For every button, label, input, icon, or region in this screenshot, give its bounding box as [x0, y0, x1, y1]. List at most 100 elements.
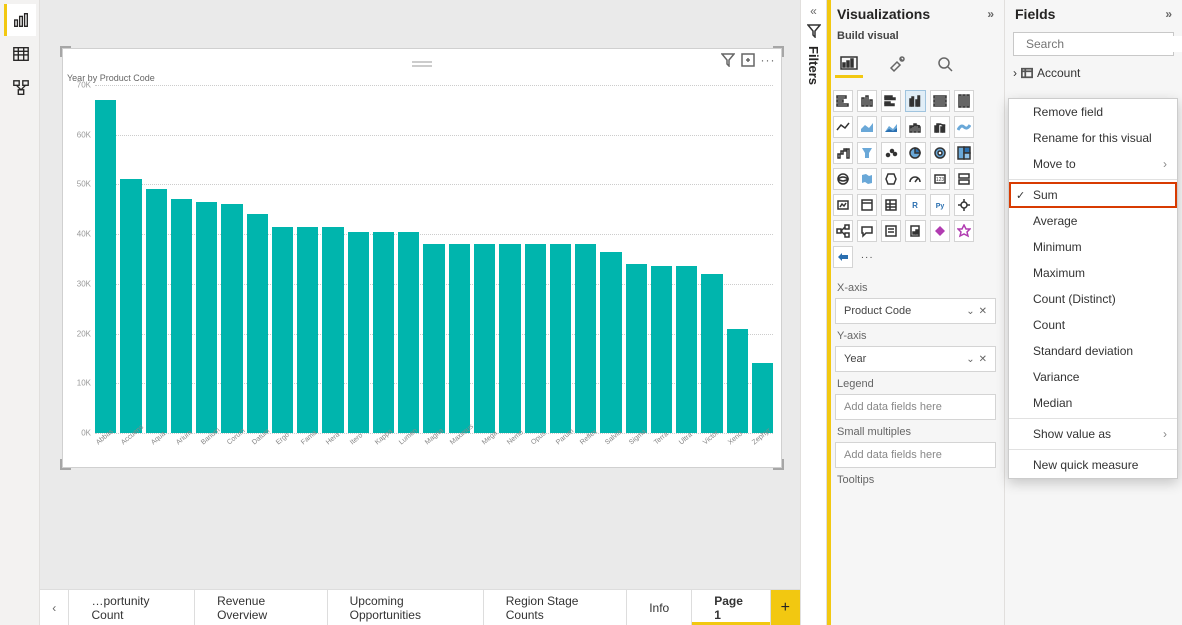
bar-chart-visual[interactable]: ··· Year by Product Code 0K10K20K30K40K5…	[62, 48, 782, 468]
bar[interactable]	[676, 266, 697, 433]
viz-line-clustered-column[interactable]	[930, 116, 950, 138]
viz-powerapps[interactable]	[930, 220, 950, 242]
viz-area[interactable]	[857, 116, 877, 138]
viz-azure-map[interactable]	[881, 168, 901, 190]
viz-map[interactable]	[833, 168, 853, 190]
viz-smart-narrative[interactable]	[881, 220, 901, 242]
viz-ribbon[interactable]	[954, 116, 974, 138]
remove-field-icon[interactable]: ✕	[979, 354, 987, 365]
fields-table-item[interactable]: › Account	[1013, 64, 1174, 82]
bar[interactable]	[449, 244, 470, 433]
menu-minimum[interactable]: Minimum	[1009, 234, 1177, 260]
viz-donut[interactable]	[930, 142, 950, 164]
viz-100-column[interactable]	[954, 90, 974, 112]
add-page-button[interactable]: +	[771, 590, 800, 625]
legend-field-well[interactable]: Add data fields here	[835, 394, 996, 420]
menu-count-distinct[interactable]: Count (Distinct)	[1009, 286, 1177, 312]
viz-paginated[interactable]	[905, 220, 925, 242]
resize-handle-bl[interactable]	[59, 457, 73, 471]
menu-new-quick-measure[interactable]: New quick measure	[1009, 452, 1177, 478]
more-options-icon[interactable]: ···	[761, 53, 775, 67]
viz-scatter[interactable]	[881, 142, 901, 164]
viz-matrix[interactable]: R	[905, 194, 925, 216]
data-view-button[interactable]	[4, 38, 36, 70]
viz-waterfall[interactable]	[833, 142, 853, 164]
viz-table[interactable]	[881, 194, 901, 216]
bar[interactable]	[272, 227, 293, 433]
viz-kpi[interactable]	[833, 194, 853, 216]
page-tab[interactable]: …portunity Count	[69, 590, 195, 625]
page-tab[interactable]: Info	[627, 590, 692, 625]
menu-count[interactable]: Count	[1009, 312, 1177, 338]
bar[interactable]	[373, 232, 394, 433]
menu-sum[interactable]: Sum	[1009, 182, 1177, 208]
build-visual-tab[interactable]	[835, 50, 863, 78]
viz-card[interactable]: 123	[930, 168, 950, 190]
menu-average[interactable]: Average	[1009, 208, 1177, 234]
bar[interactable]	[171, 199, 192, 433]
bar[interactable]	[525, 244, 546, 433]
bar[interactable]	[146, 189, 167, 433]
viz-100-bar[interactable]	[930, 90, 950, 112]
viz-more-visuals[interactable]	[833, 246, 853, 268]
page-tab-active[interactable]: Page 1	[692, 590, 770, 625]
bar[interactable]	[398, 232, 419, 433]
fields-search-box[interactable]	[1013, 32, 1174, 56]
bar[interactable]	[120, 179, 141, 433]
viz-clustered-column[interactable]	[905, 90, 925, 112]
format-visual-tab[interactable]	[883, 50, 911, 78]
viz-clustered-bar[interactable]	[881, 90, 901, 112]
bar[interactable]	[474, 244, 495, 433]
bar[interactable]	[600, 252, 621, 433]
bar[interactable]	[247, 214, 268, 433]
y-axis-field-well[interactable]: Year ⌄✕	[835, 346, 996, 372]
page-tab[interactable]: Upcoming Opportunities	[328, 590, 484, 625]
bar[interactable]	[752, 363, 773, 433]
menu-variance[interactable]: Variance	[1009, 364, 1177, 390]
bar[interactable]	[221, 204, 242, 433]
bar[interactable]	[550, 244, 571, 433]
filters-pane-collapsed[interactable]: « Filters	[800, 0, 826, 625]
viz-qa[interactable]	[857, 220, 877, 242]
page-tab[interactable]: Revenue Overview	[195, 590, 328, 625]
bar[interactable]	[297, 227, 318, 433]
bar[interactable]	[95, 100, 116, 433]
visual-drag-handle[interactable]	[412, 57, 432, 65]
menu-maximum[interactable]: Maximum	[1009, 260, 1177, 286]
viz-get-more[interactable]	[954, 220, 974, 242]
menu-show-value-as[interactable]: Show value as	[1009, 421, 1177, 447]
resize-handle-tl[interactable]	[59, 45, 73, 59]
remove-field-icon[interactable]: ✕	[979, 306, 987, 317]
viz-stacked-bar[interactable]	[833, 90, 853, 112]
viz-line-stacked-column[interactable]	[905, 116, 925, 138]
bar[interactable]	[196, 202, 217, 433]
bar[interactable]	[727, 329, 748, 433]
analytics-tab[interactable]	[931, 50, 959, 78]
viz-key-influencers[interactable]	[954, 194, 974, 216]
viz-multi-row-card[interactable]	[954, 168, 974, 190]
chevron-down-icon[interactable]: ⌄	[966, 306, 974, 317]
viz-stacked-column[interactable]	[857, 90, 877, 112]
expand-filters-icon[interactable]: «	[810, 4, 817, 18]
viz-treemap[interactable]	[954, 142, 974, 164]
small-multiples-field-well[interactable]: Add data fields here	[835, 442, 996, 468]
menu-rename-visual[interactable]: Rename for this visual	[1009, 125, 1177, 151]
chevron-down-icon[interactable]: ⌄	[966, 354, 974, 365]
bar[interactable]	[322, 227, 343, 433]
viz-pie[interactable]	[905, 142, 925, 164]
menu-stddev[interactable]: Standard deviation	[1009, 338, 1177, 364]
menu-remove-field[interactable]: Remove field	[1009, 99, 1177, 125]
collapse-fields-pane-icon[interactable]: »	[1165, 7, 1172, 21]
viz-stacked-area[interactable]	[881, 116, 901, 138]
viz-ellipsis[interactable]: ···	[857, 246, 877, 268]
viz-decomp-tree[interactable]	[833, 220, 853, 242]
tab-nav-prev[interactable]: ‹	[40, 590, 69, 625]
menu-move-to[interactable]: Move to	[1009, 151, 1177, 177]
viz-python[interactable]: Py	[930, 194, 950, 216]
focus-mode-icon[interactable]	[741, 53, 755, 67]
viz-slicer[interactable]	[857, 194, 877, 216]
report-view-button[interactable]	[4, 4, 36, 36]
bar[interactable]	[423, 244, 444, 433]
viz-line[interactable]	[833, 116, 853, 138]
viz-funnel[interactable]	[857, 142, 877, 164]
